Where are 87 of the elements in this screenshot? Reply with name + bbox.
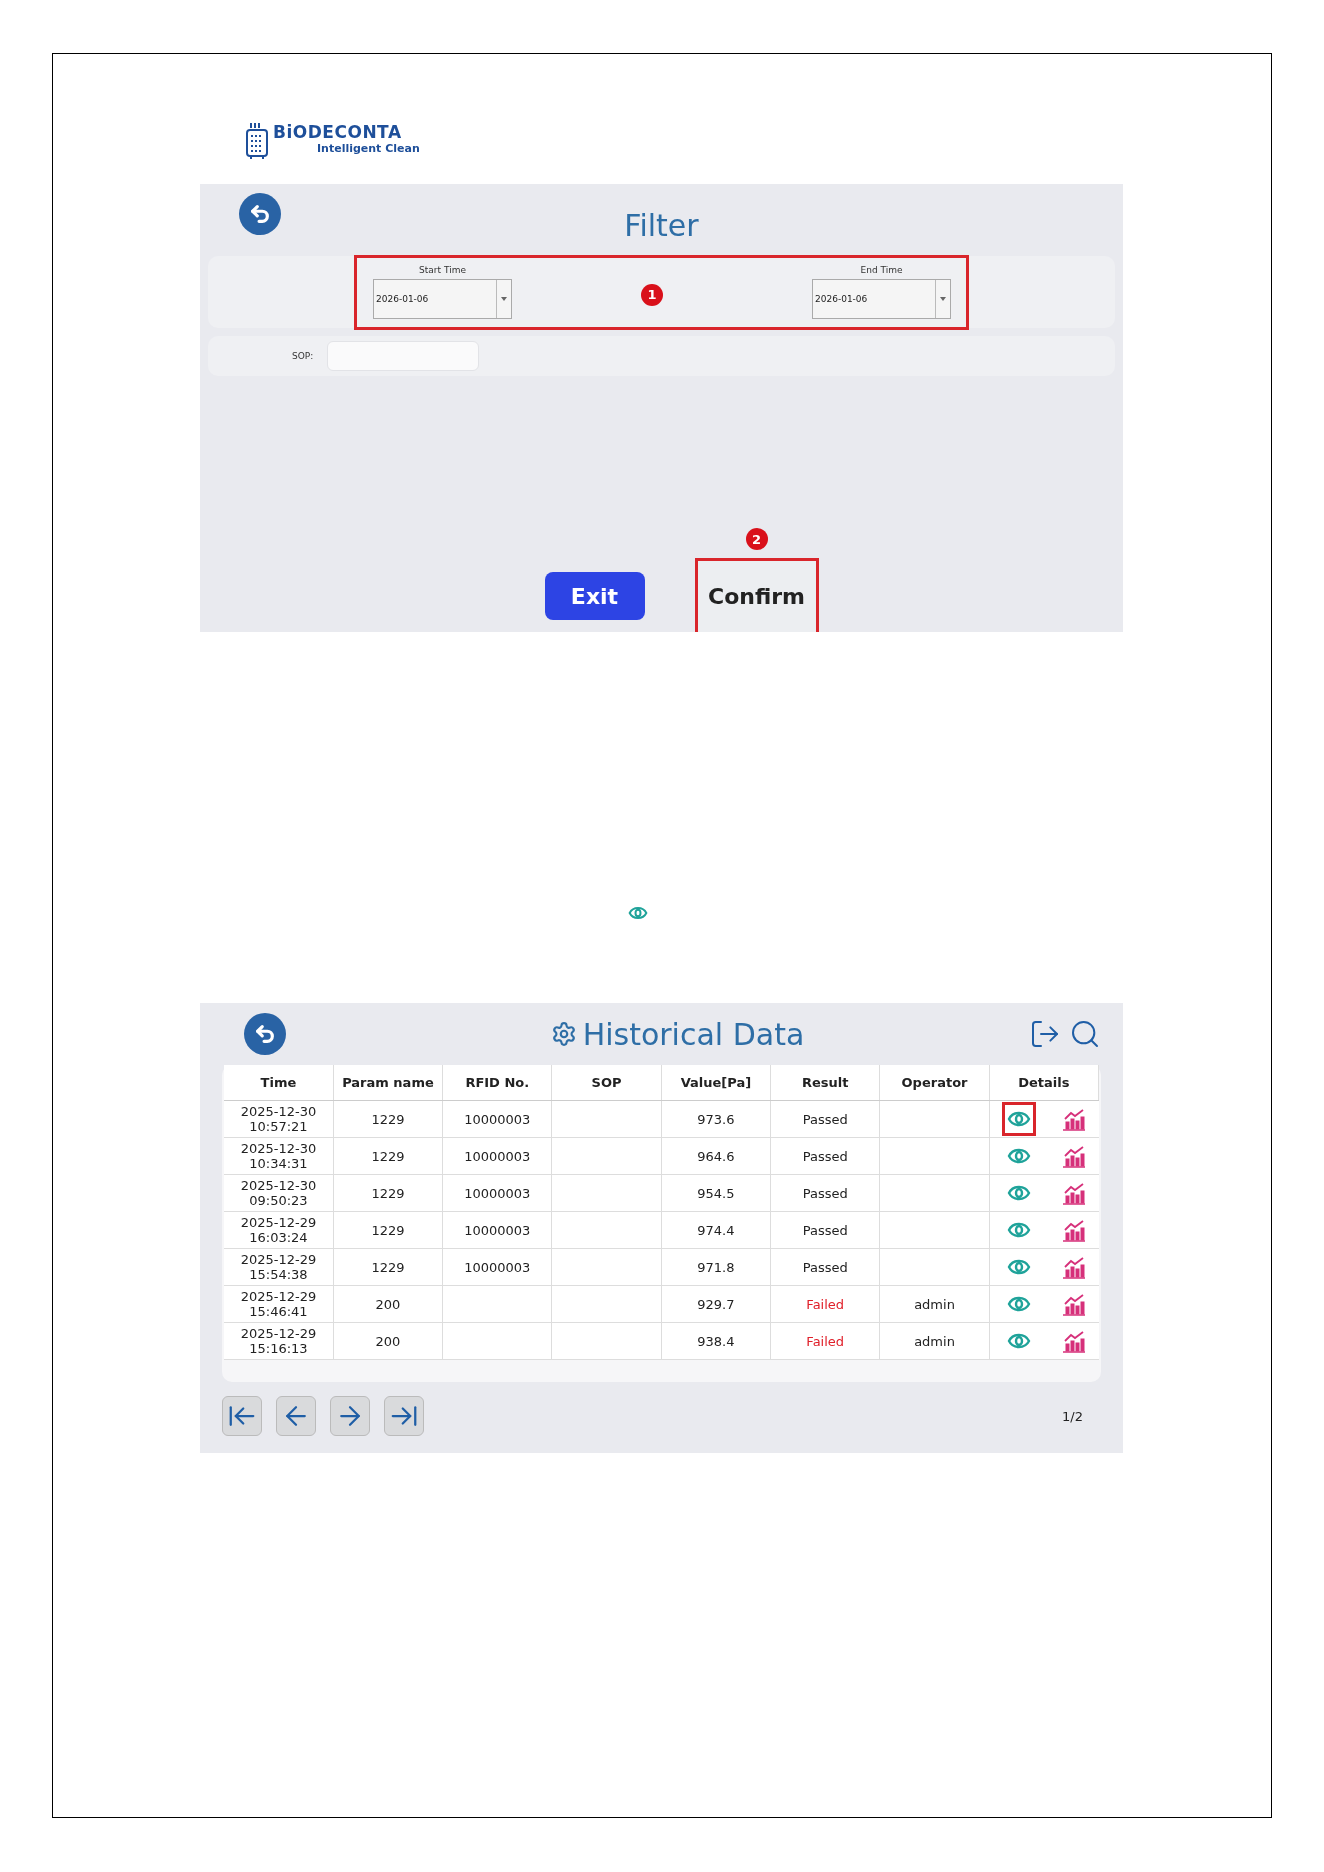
column-header: Param name [333, 1065, 443, 1101]
export-icon[interactable] [1029, 1018, 1061, 1050]
view-button[interactable] [1002, 1102, 1037, 1136]
bar-chart-icon [1061, 1255, 1086, 1279]
back-arrow-icon [254, 1023, 276, 1045]
table-cell: 974.4 [661, 1211, 771, 1249]
column-header: Result [770, 1065, 880, 1101]
table-cell: 973.6 [661, 1100, 771, 1138]
logo-icon [245, 122, 269, 160]
caret-icon [940, 297, 946, 301]
bar-chart-icon [1061, 1329, 1086, 1353]
table-cell: Passed [770, 1248, 880, 1286]
chart-button[interactable] [1061, 1107, 1086, 1131]
table-cell: 954.5 [661, 1174, 771, 1212]
table-cell: admin [879, 1322, 990, 1360]
bar-chart-icon [1061, 1218, 1086, 1242]
table-cell: Passed [770, 1174, 880, 1212]
field-label: Start Time [419, 265, 466, 275]
screen-title: Historical Data [582, 1016, 805, 1052]
search-icon[interactable] [1069, 1018, 1101, 1050]
column-header: Value[Pa] [661, 1065, 771, 1101]
date-dropdown[interactable]: 2026-01-06 [812, 279, 951, 319]
field-label: SOP: [292, 351, 314, 361]
table-cell: 2025-12-30 09:50:23 [224, 1174, 334, 1212]
confirm-button[interactable]: Confirm [694, 558, 819, 632]
previous-page-button[interactable] [276, 1396, 316, 1436]
step-marker: 1 [641, 283, 663, 306]
chart-button[interactable] [1061, 1218, 1086, 1242]
logo-brand: BiODECONTA [273, 122, 403, 142]
table-cell: Passed [770, 1211, 880, 1249]
chart-button[interactable] [1061, 1292, 1086, 1316]
next-page-button[interactable] [330, 1396, 370, 1436]
table-cell: 200 [333, 1285, 443, 1323]
column-header: RFID No. [442, 1065, 552, 1101]
chart-button[interactable] [1061, 1181, 1086, 1205]
table-cell: 10000003 [442, 1211, 552, 1249]
table-cell: admin [879, 1285, 990, 1323]
bar-chart-icon [1061, 1181, 1086, 1205]
field-label: End Time [860, 265, 903, 275]
chart-button[interactable] [1061, 1329, 1086, 1353]
column-header: SOP [551, 1065, 662, 1101]
page-indicator: 1/2 [1062, 1408, 1083, 1424]
table-cell: 1229 [333, 1174, 443, 1212]
table-cell: 1229 [333, 1100, 443, 1138]
table-cell: Passed [770, 1100, 880, 1138]
table-cell: 2025-12-29 15:54:38 [224, 1248, 334, 1286]
table-cell: 10000003 [442, 1248, 552, 1286]
table-cell: 10000003 [442, 1174, 552, 1212]
back-arrow-icon [249, 203, 271, 225]
step-marker: 2 [745, 528, 768, 550]
table-cell: 10000003 [442, 1100, 552, 1138]
table-cell: 2025-12-29 16:03:24 [224, 1211, 334, 1249]
table-cell: 2025-12-29 15:16:13 [224, 1322, 334, 1360]
last-page-button[interactable] [384, 1396, 424, 1436]
logo-tagline: Intelligent Clean [317, 142, 420, 155]
column-header: Time [224, 1065, 334, 1101]
settings-icon [550, 1021, 577, 1047]
back-button[interactable] [244, 1013, 286, 1055]
table-cell: 1229 [333, 1248, 443, 1286]
exit-button[interactable]: Exit [544, 572, 645, 620]
column-header: Details [989, 1065, 1099, 1101]
sop-field[interactable] [327, 341, 480, 371]
chart-button[interactable] [1061, 1255, 1086, 1279]
table-cell: 938.4 [661, 1322, 771, 1360]
table-cell: 200 [333, 1322, 443, 1360]
table-cell: 1229 [333, 1211, 443, 1249]
table-cell: 2025-12-30 10:57:21 [224, 1100, 334, 1138]
screen-title: Filter [624, 207, 699, 243]
table-cell: 2025-12-30 10:34:31 [224, 1137, 334, 1175]
column-header: Operator [879, 1065, 990, 1101]
table-cell: Passed [770, 1137, 880, 1175]
bar-chart-icon [1061, 1107, 1086, 1131]
table-cell: 1229 [333, 1137, 443, 1175]
table-cell: 964.6 [661, 1137, 771, 1175]
chart-button[interactable] [1061, 1144, 1086, 1168]
bar-chart-icon [1061, 1292, 1086, 1316]
caret-icon [501, 297, 507, 301]
first-page-button[interactable] [222, 1396, 262, 1436]
table-cell: 929.7 [661, 1285, 771, 1323]
table-cell: 971.8 [661, 1248, 771, 1286]
table-cell: Failed [770, 1322, 880, 1360]
date-dropdown[interactable]: 2026-01-06 [373, 279, 512, 319]
bar-chart-icon [1061, 1144, 1086, 1168]
back-button[interactable] [239, 193, 281, 235]
table-cell: 10000003 [442, 1137, 552, 1175]
table-cell: Failed [770, 1285, 880, 1323]
table-cell: 2025-12-29 15:46:41 [224, 1285, 334, 1323]
